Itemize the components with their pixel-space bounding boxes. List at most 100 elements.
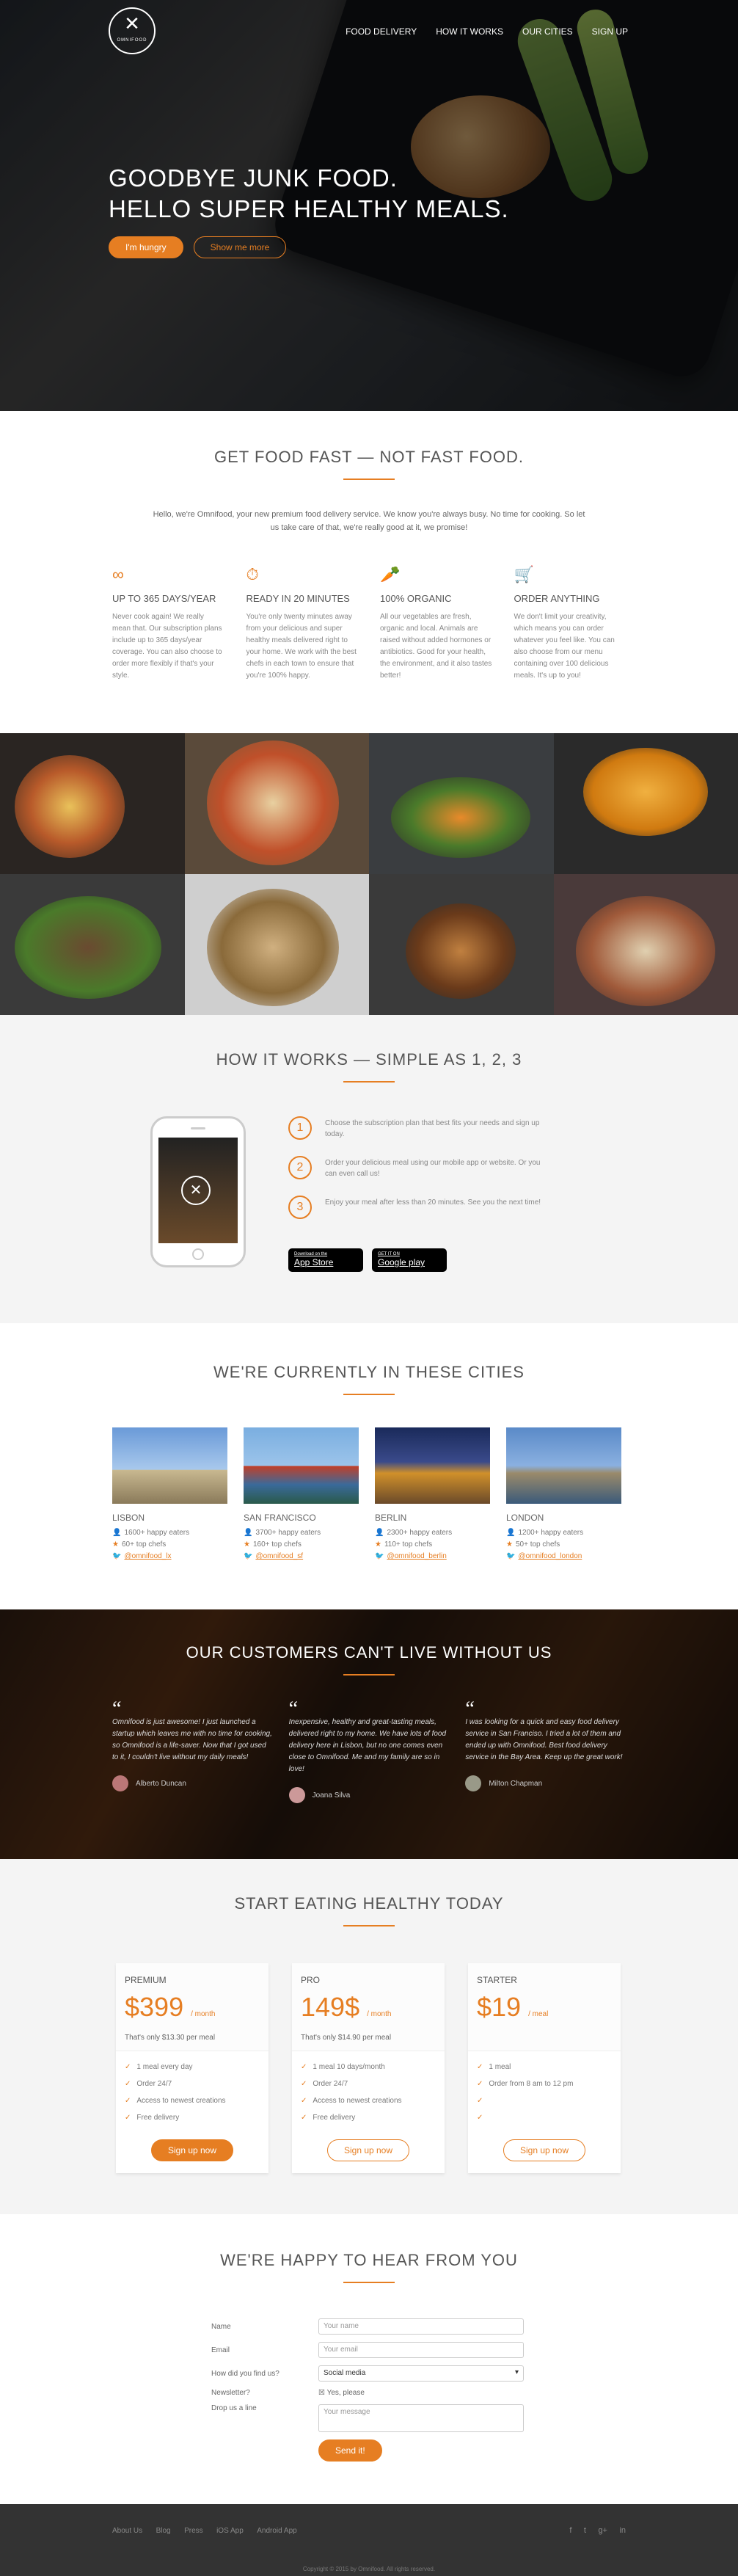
nav-link-our-cities[interactable]: OUR CITIES — [522, 26, 573, 37]
person-icon: 👤 — [112, 1529, 121, 1537]
send-button[interactable]: Send it! — [318, 2439, 382, 2462]
copyright: Copyright © 2015 by Omnifood. All rights… — [0, 2566, 738, 2572]
testimonial: “Inexpensive, healthy and great-tasting … — [289, 1702, 450, 1803]
badge-small-text: Download on the — [294, 1251, 357, 1257]
feature-title: 100% ORGANIC — [380, 593, 492, 604]
logo[interactable]: ✕ OMNIFOOD — [109, 7, 156, 54]
name-input[interactable]: Your name — [318, 2318, 524, 2335]
step-text: Choose the subscription plan that best f… — [325, 1118, 552, 1140]
twitter-icon: 🐦 — [244, 1552, 252, 1560]
plans-title: START EATING HEALTHY TODAY — [0, 1894, 738, 1926]
newsletter-checkbox[interactable]: ☒ Yes, please — [318, 2389, 365, 2397]
meal-photo — [0, 874, 185, 1015]
google-plus-icon[interactable]: g+ — [598, 2526, 607, 2535]
main-nav: ✕ OMNIFOOD FOOD DELIVERY HOW IT WORKS OU… — [0, 0, 738, 66]
social-links: f t g+ in — [560, 2523, 626, 2536]
twitter-icon[interactable]: t — [584, 2526, 586, 2535]
city-chefs: 50+ top chefs — [516, 1540, 560, 1549]
badge-small-text: GET IT ON — [378, 1251, 441, 1257]
footer-link-blog[interactable]: Blog — [156, 2527, 171, 2535]
infinity-icon: ∞ — [112, 565, 224, 586]
nav-link-how-it-works[interactable]: HOW IT WORKS — [436, 26, 503, 37]
city-twitter-link[interactable]: @omnifood_berlin — [387, 1552, 446, 1560]
city-eaters: 1200+ happy eaters — [518, 1529, 583, 1537]
city-name: SAN FRANCISCO — [244, 1513, 359, 1523]
stopwatch-icon: ⏱ — [246, 565, 359, 586]
nav-link-food-delivery[interactable]: FOOD DELIVERY — [346, 26, 417, 37]
footer-link-press[interactable]: Press — [184, 2527, 203, 2535]
avatar — [465, 1775, 481, 1791]
city-chefs: 160+ top chefs — [253, 1540, 302, 1549]
plan-signup-button[interactable]: Sign up now — [327, 2139, 409, 2161]
features-section: GET FOOD FAST — NOT FAST FOOD. Hello, we… — [0, 411, 738, 733]
contact-title: WE'RE HAPPY TO HEAR FROM YOU — [0, 2251, 738, 2283]
meal-photo — [185, 733, 370, 874]
avatar — [112, 1775, 128, 1791]
city-card: BERLIN 👤2300+ happy eaters ★110+ top che… — [375, 1427, 490, 1562]
message-textarea[interactable]: Your message — [318, 2404, 524, 2432]
avatar — [289, 1787, 305, 1803]
plan-signup-button[interactable]: Sign up now — [151, 2139, 233, 2161]
plan-unit: / meal — [528, 2010, 548, 2018]
feature-title: ORDER ANYTHING — [514, 593, 626, 604]
city-twitter-link[interactable]: @omnifood_lx — [124, 1552, 171, 1560]
instagram-icon[interactable]: in — [619, 2526, 626, 2535]
testimonial-text: I was looking for a quick and easy food … — [465, 1717, 626, 1764]
city-twitter-link[interactable]: @omnifood_sf — [255, 1552, 303, 1560]
feature-item: 🥕100% ORGANICAll our vegetables are fres… — [380, 565, 492, 682]
footer-link-ios-app[interactable]: iOS App — [216, 2527, 244, 2535]
steps-title: HOW IT WORKS — SIMPLE AS 1, 2, 3 — [0, 1050, 738, 1083]
im-hungry-button[interactable]: I'm hungry — [109, 236, 183, 258]
nav-link-sign-up[interactable]: SIGN UP — [592, 26, 628, 37]
nutrition-icon: 🥕 — [380, 565, 492, 586]
step-item: 1 Choose the subscription plan that best … — [288, 1116, 552, 1140]
plan-feature: Access to newest creations — [301, 2092, 436, 2109]
star-icon: ★ — [112, 1540, 119, 1549]
city-feature: 👤1200+ happy eaters — [506, 1527, 621, 1539]
plan-signup-button[interactable]: Sign up now — [503, 2139, 585, 2161]
testimonial-author: Joana Silva — [313, 1791, 351, 1800]
app-store-badge[interactable]: Download on theApp Store — [288, 1248, 363, 1272]
google-play-badge[interactable]: GET IT ONGoogle play — [372, 1248, 447, 1272]
city-name: LONDON — [506, 1513, 621, 1523]
plan-per-meal: That's only $14.90 per meal — [301, 2034, 436, 2042]
city-photo-san-francisco — [244, 1427, 359, 1504]
plan-feature: Order 24/7 — [301, 2075, 436, 2092]
step-item: 3Enjoy your meal after less than 20 minu… — [288, 1196, 552, 1219]
badge-text: App Store — [294, 1257, 333, 1267]
plan-card-pro: PRO149$ / monthThat's only $14.90 per me… — [292, 1963, 445, 2173]
contact-section: WE'RE HAPPY TO HEAR FROM YOU NameYour na… — [0, 2214, 738, 2504]
plan-price: $19 — [477, 1992, 521, 2022]
city-photo-lisbon — [112, 1427, 227, 1504]
plan-name: PREMIUM — [125, 1975, 260, 1985]
features-title: GET FOOD FAST — NOT FAST FOOD. — [0, 448, 738, 480]
name-label: Name — [211, 2323, 318, 2331]
facebook-icon[interactable]: f — [569, 2526, 571, 2535]
testimonial: “I was looking for a quick and easy food… — [465, 1702, 626, 1803]
footer-link-about[interactable]: About Us — [112, 2527, 142, 2535]
city-feature: 🐦@omnifood_london — [506, 1551, 621, 1562]
city-feature: 👤1600+ happy eaters — [112, 1527, 227, 1539]
step-item: 2Order your delicious meal using our mob… — [288, 1156, 552, 1179]
nav-menu: FOOD DELIVERY HOW IT WORKS OUR CITIES SI… — [346, 26, 628, 37]
hero-heading: GOODBYE JUNK FOOD.HELLO SUPER HEALTHY ME… — [109, 163, 509, 225]
show-more-button[interactable]: Show me more — [194, 236, 287, 258]
plan-card-premium: PREMIUM$399 / monthThat's only $13.30 pe… — [116, 1963, 268, 2173]
hero-section: ✕ OMNIFOOD FOOD DELIVERY HOW IT WORKS OU… — [0, 0, 738, 411]
find-us-select[interactable]: Social media — [318, 2365, 524, 2382]
city-card: LONDON 👤1200+ happy eaters ★50+ top chef… — [506, 1427, 621, 1562]
city-twitter-link[interactable]: @omnifood_london — [518, 1552, 582, 1560]
feature-title: READY IN 20 MINUTES — [246, 593, 359, 604]
step-number: 1 — [288, 1116, 312, 1140]
footer: About Us Blog Press iOS App Android App … — [0, 2504, 738, 2576]
footer-link-android-app[interactable]: Android App — [257, 2527, 297, 2535]
step-text: Order your delicious meal using our mobi… — [325, 1157, 552, 1179]
city-eaters: 1600+ happy eaters — [124, 1529, 189, 1537]
email-input[interactable]: Your email — [318, 2342, 524, 2358]
hero-line-2: HELLO SUPER HEALTHY MEALS. — [109, 195, 509, 222]
plan-feature: 1 meal 10 days/month — [301, 2059, 436, 2075]
cities-title: WE'RE CURRENTLY IN THESE CITIES — [0, 1363, 738, 1395]
feature-item: 🛒ORDER ANYTHINGWe don't limit your creat… — [514, 565, 626, 682]
city-eaters: 3700+ happy eaters — [255, 1529, 321, 1537]
city-feature: ★50+ top chefs — [506, 1539, 621, 1551]
